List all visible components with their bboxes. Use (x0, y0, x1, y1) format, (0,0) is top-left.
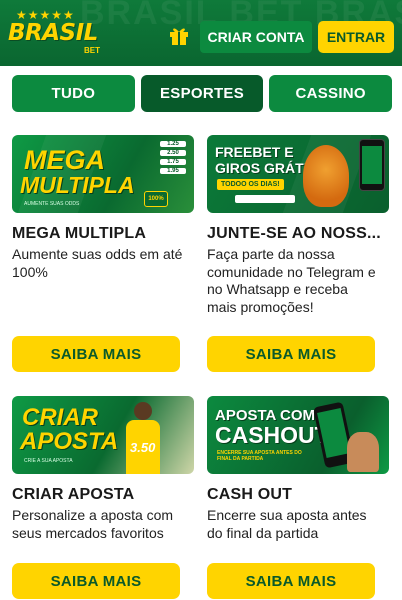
hand-icon (347, 432, 379, 472)
card-description: Encerre sua aposta antes do final da par… (207, 507, 367, 541)
promo-banner[interactable]: APOSTA COM CASHOUT ENCERRE SUA APOSTA AN… (207, 396, 389, 474)
category-tabs: TUDO ESPORTES CASSINO (12, 75, 393, 112)
tab-esportes[interactable]: ESPORTES (140, 75, 264, 112)
saiba-mais-button[interactable]: SAIBA MAIS (207, 336, 375, 372)
banner-small-print: CRIE A SUA APOSTA (24, 458, 73, 464)
saiba-mais-button[interactable]: SAIBA MAIS (12, 336, 180, 372)
login-button[interactable]: ENTRAR (318, 21, 394, 53)
boost-badge: 100% (144, 191, 168, 207)
card-title: CASH OUT (207, 486, 293, 503)
top-header: BRASIL BET BRASIL ★★★★★ BRASIL BET CRIAR… (0, 0, 402, 66)
banner-headline-2: MULTIPLA (20, 172, 135, 198)
card-title: JUNTE-SE AO NOSS... (207, 225, 381, 242)
logo-text: BRASIL (8, 20, 98, 46)
banner-headline: FREEBET E (215, 144, 294, 160)
gift-icon[interactable] (168, 24, 190, 46)
card-description: Aumente suas odds em até 100% (12, 246, 183, 280)
create-account-button[interactable]: CRIAR CONTA (200, 21, 312, 53)
brasil-bet-logo[interactable]: ★★★★★ BRASIL BET (8, 8, 108, 58)
banner-headline-2: GIROS GRÁTIS (215, 160, 317, 176)
banner-headline-2: APOSTA (20, 428, 119, 455)
promo-card-mega-multipla: MEGA MULTIPLA AUMENTE SUAS ODDS 1.25 2.5… (12, 135, 194, 375)
banner-headline: MEGA (24, 145, 105, 175)
promo-card-junte-se: FREEBET E GIROS GRÁTIS TODOO OS DIAS! JU… (207, 135, 389, 375)
card-title: MEGA MULTIPLA (12, 225, 147, 242)
banner-small-print: AUMENTE SUAS ODDS (24, 201, 80, 207)
card-title: CRIAR APOSTA (12, 486, 135, 503)
tab-tudo[interactable]: TUDO (12, 75, 135, 112)
banner-tag: TODOO OS DIAS! (217, 179, 284, 190)
promo-banner[interactable]: MEGA MULTIPLA AUMENTE SUAS ODDS 1.25 2.5… (12, 135, 194, 213)
banner-odds-value: 3.50 (130, 440, 156, 455)
card-description: Personalize a aposta com seus mercados f… (12, 507, 174, 541)
promo-card-cash-out: APOSTA COM CASHOUT ENCERRE SUA APOSTA AN… (207, 396, 389, 600)
banner-headline: APOSTA COM (215, 407, 315, 424)
banner-headline-2: CASHOUT (215, 422, 329, 448)
saiba-mais-button[interactable]: SAIBA MAIS (207, 563, 375, 599)
tiger-mascot-icon (303, 145, 349, 207)
phone-icon (359, 139, 385, 191)
promo-banner[interactable]: FREEBET E GIROS GRÁTIS TODOO OS DIAS! (207, 135, 389, 213)
card-description: Faça parte da nossa comunidade no Telegr… (207, 246, 376, 315)
saiba-mais-button[interactable]: SAIBA MAIS (12, 563, 180, 599)
promo-banner[interactable]: CRIAR APOSTA CRIE A SUA APOSTA 3.50 (12, 396, 194, 474)
tab-cassino[interactable]: CASSINO (269, 75, 393, 112)
promo-card-criar-aposta: CRIAR APOSTA CRIE A SUA APOSTA 3.50 CRIA… (12, 396, 194, 600)
odds-column: 1.25 2.50 1.75 1.95 (160, 141, 186, 174)
banner-headline: CRIAR (22, 404, 98, 431)
logo-sub: BET (84, 46, 100, 55)
dots-bar (235, 195, 295, 203)
player-figure-icon (122, 402, 164, 474)
banner-small-print: ENCERRE SUA APOSTA ANTES DO FINAL DA PAR… (217, 450, 302, 462)
